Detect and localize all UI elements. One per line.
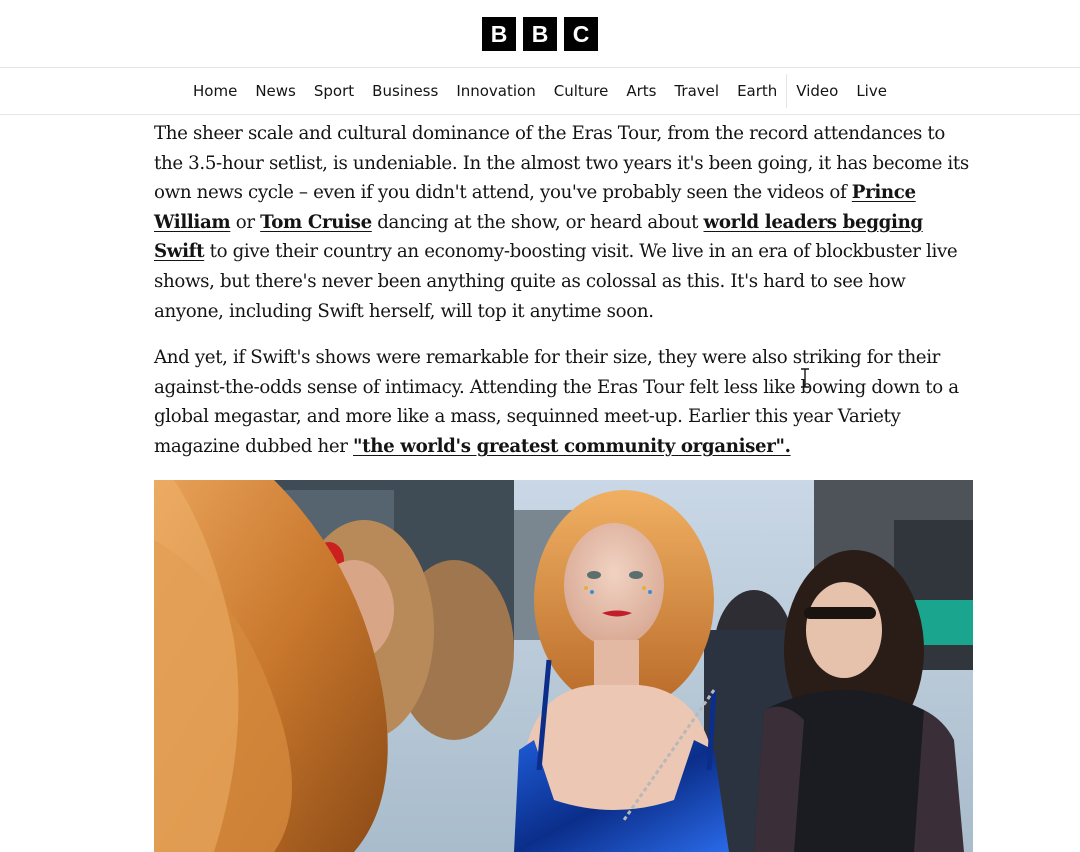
nav-item-arts[interactable]: Arts (617, 68, 665, 114)
site-header: B B C (0, 0, 1080, 68)
paragraph-text: or (230, 211, 261, 233)
logo-letter-c: C (564, 17, 598, 51)
nav-item-business[interactable]: Business (363, 68, 447, 114)
nav-item-travel[interactable]: Travel (665, 68, 728, 114)
link-community-organiser[interactable]: "the world's greatest community organise… (353, 436, 791, 457)
paragraph-text: The sheer scale and cultural dominance o… (154, 123, 969, 204)
concert-crowd-image (154, 480, 973, 852)
main-nav: Home News Sport Business Innovation Cult… (0, 68, 1080, 115)
nav-item-sport[interactable]: Sport (305, 68, 363, 114)
logo-letter-b1: B (482, 17, 516, 51)
logo-letter-b2: B (523, 17, 557, 51)
paragraph-text: dancing at the show, or heard about (371, 211, 704, 233)
nav-item-innovation[interactable]: Innovation (447, 68, 544, 114)
nav-item-news[interactable]: News (246, 68, 305, 114)
nav-item-live[interactable]: Live (847, 68, 896, 114)
nav-item-earth[interactable]: Earth (728, 68, 786, 114)
paragraph-text: to give their country an economy-boostin… (154, 241, 958, 322)
nav-item-video[interactable]: Video (787, 68, 847, 114)
article-photo (154, 480, 973, 852)
nav-item-home[interactable]: Home (184, 68, 246, 114)
bbc-logo[interactable]: B B C (482, 17, 598, 51)
text-cursor-icon (801, 368, 809, 388)
nav-item-culture[interactable]: Culture (545, 68, 618, 114)
article-paragraph-2: And yet, if Swift's shows were remarkabl… (154, 343, 974, 461)
article-body: The sheer scale and cultural dominance o… (154, 116, 974, 462)
link-tom-cruise[interactable]: Tom Cruise (260, 212, 372, 233)
article-paragraph-1: The sheer scale and cultural dominance o… (154, 119, 974, 326)
